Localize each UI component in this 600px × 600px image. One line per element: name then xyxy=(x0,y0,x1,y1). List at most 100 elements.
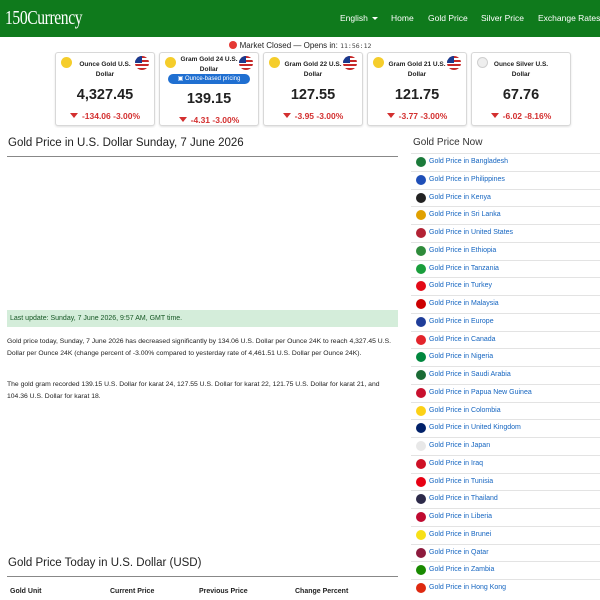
nav-gold-price-link[interactable]: Gold Price xyxy=(428,13,468,23)
card-value: 4,327.45 xyxy=(76,87,134,103)
us-flag-icon xyxy=(135,56,149,70)
country-flag-icon xyxy=(416,565,426,576)
sidebar-item-country[interactable]: Gold Price in Kenya xyxy=(411,188,600,207)
country-flag-icon xyxy=(416,210,426,221)
sidebar-item-label: Gold Price in Tunisia xyxy=(429,477,494,485)
sidebar-item-country[interactable]: Gold Price in Qatar xyxy=(411,543,600,562)
sidebar-item-country[interactable]: Gold Price in Liberia xyxy=(411,508,600,526)
country-flag-icon xyxy=(416,458,426,469)
price-cards-row: Ounce Gold U.S. Dollar 4,327.45 -134.06 … xyxy=(0,52,600,128)
divider xyxy=(7,156,398,157)
sidebar-item-country[interactable]: Gold Price in Bangladesh xyxy=(411,153,600,171)
sidebar-item-country[interactable]: Gold Price in Papua New Guinea xyxy=(411,383,600,402)
sidebar-item-country[interactable]: Gold Price in Zambia xyxy=(411,561,600,579)
sidebar-item-country[interactable]: Gold Price in Philippines xyxy=(411,170,600,189)
down-arrow-icon xyxy=(282,113,291,118)
us-flag-icon xyxy=(447,56,461,70)
price-card-ounce-silver[interactable]: Ounce Silver U.S. Dollar 67.76 -6.02 -8.… xyxy=(471,52,571,126)
card-value: 139.15 xyxy=(186,91,232,107)
sidebar-item-country[interactable]: Gold Price in Hong Kong xyxy=(411,579,600,597)
country-flag-icon xyxy=(416,281,426,292)
country-flag-icon xyxy=(416,512,426,522)
country-flag-icon xyxy=(416,547,426,558)
gold-coin-icon xyxy=(165,57,176,68)
country-flag-icon xyxy=(416,441,426,451)
sidebar-title: Gold Price Now xyxy=(413,137,483,148)
sidebar-item-country[interactable]: Gold Price in Saudi Arabia xyxy=(411,366,600,384)
sidebar-item-country[interactable]: Gold Price in United Kingdom xyxy=(411,419,600,437)
sidebar-item-country[interactable]: Gold Price in Colombia xyxy=(411,401,600,420)
sidebar-item-country[interactable]: Gold Price in Turkey xyxy=(411,277,600,295)
price-card-gram-gold-24[interactable]: Gram Gold 24 U.S. Dollar ▣ Ounce-based p… xyxy=(159,52,259,126)
price-card-gram-gold-22[interactable]: Gram Gold 22 U.S. Dollar 127.55 -3.95 -3… xyxy=(263,52,363,126)
card-title: Gram Gold 24 U.S. Dollar xyxy=(180,56,238,73)
price-card-gram-gold-21[interactable]: Gram Gold 21 U.S. Dollar 121.75 -3.77 -3… xyxy=(367,52,467,126)
sidebar-item-label: Gold Price in Philippines xyxy=(429,175,505,183)
table-header-current-price: Current Price xyxy=(110,588,155,595)
market-status: Market Closed — Opens in: 11:56:12 xyxy=(0,41,600,50)
silver-coin-icon xyxy=(477,57,488,68)
sidebar-item-country[interactable]: Gold Price in Iraq xyxy=(411,454,600,473)
nav-home-link[interactable]: Home xyxy=(391,13,414,23)
card-change: -4.31 -3.00% xyxy=(160,115,258,125)
sidebar-item-country[interactable]: Gold Price in Brunei xyxy=(411,525,600,544)
sidebar-item-country[interactable]: Gold Price in Malaysia xyxy=(411,295,600,313)
card-value: 121.75 xyxy=(394,87,440,103)
sidebar-item-label: Gold Price in Canada xyxy=(429,335,496,343)
divider xyxy=(7,576,398,577)
sidebar-item-label: Gold Price in Brunei xyxy=(429,530,492,538)
table-header-previous-price: Previous Price xyxy=(199,588,248,595)
country-flag-icon xyxy=(416,352,426,363)
sidebar-item-label: Gold Price in Saudi Arabia xyxy=(429,371,511,378)
price-card-ounce-gold[interactable]: Ounce Gold U.S. Dollar 4,327.45 -134.06 … xyxy=(55,52,155,126)
site-logo[interactable]: 150Currency xyxy=(5,7,83,30)
sidebar-item-country[interactable]: Gold Price in Thailand xyxy=(411,490,600,508)
card-title: Ounce Gold U.S. Dollar xyxy=(79,61,131,78)
down-arrow-icon xyxy=(386,113,395,118)
card-change: -134.06 -3.00% xyxy=(56,111,154,121)
gold-coin-icon xyxy=(269,57,280,68)
down-arrow-icon xyxy=(178,117,187,122)
nav-language-dropdown[interactable]: English xyxy=(340,13,378,23)
sidebar-item-label: Gold Price in Kenya xyxy=(429,193,491,201)
sidebar-item-country[interactable]: Gold Price in Ethiopia xyxy=(411,241,600,260)
sidebar-item-label: Gold Price in Japan xyxy=(429,442,491,449)
down-arrow-icon xyxy=(490,113,499,118)
sidebar-item-country[interactable]: Gold Price in Japan xyxy=(411,437,600,455)
card-title: Ounce Silver U.S. Dollar xyxy=(493,61,549,78)
status-dot-icon xyxy=(228,41,237,49)
country-flag-icon xyxy=(416,334,426,345)
ounce-based-pricing-badge[interactable]: ▣ Ounce-based pricing xyxy=(168,74,250,84)
country-flag-icon xyxy=(416,299,426,309)
sidebar-item-country[interactable]: Gold Price in Nigeria xyxy=(411,348,600,366)
country-flag-icon xyxy=(416,192,426,203)
card-change: -3.95 -3.00% xyxy=(264,111,362,121)
country-flag-icon xyxy=(416,387,426,398)
sidebar-item-country[interactable]: Gold Price in United States xyxy=(411,224,600,242)
us-flag-icon xyxy=(239,56,253,70)
gram-price-paragraph: The gold gram recorded 139.15 U.S. Dolla… xyxy=(7,381,380,400)
country-flag-icon xyxy=(416,316,426,327)
sidebar-item-country[interactable]: Gold Price in Sri Lanka xyxy=(411,206,600,224)
card-change: -3.77 -3.00% xyxy=(368,111,466,121)
sidebar-item-country[interactable]: Gold Price in Tunisia xyxy=(411,472,600,491)
sidebar-item-label: Gold Price in Turkey xyxy=(429,282,493,290)
sidebar-item-label: Gold Price in Bangladesh xyxy=(429,158,508,165)
sidebar-item-label: Gold Price in Thailand xyxy=(429,495,498,503)
country-flag-icon xyxy=(416,583,426,593)
sidebar-item-country[interactable]: Gold Price in Tanzania xyxy=(411,259,600,278)
nav-exchange-rates-link[interactable]: Exchange Rates xyxy=(538,13,600,23)
price-summary-paragraph: Gold price today, Sunday, 7 June 2026 ha… xyxy=(7,338,392,357)
info-icon: ▣ xyxy=(177,76,185,82)
page-title: Gold Price in U.S. Dollar Sunday, 7 June… xyxy=(8,137,244,149)
sidebar-item-country[interactable]: Gold Price in Canada xyxy=(411,330,600,349)
market-status-text: Market Closed — Opens in: xyxy=(239,41,338,50)
sidebar-item-label: Gold Price in Hong Kong xyxy=(429,584,507,591)
card-change: -6.02 -8.16% xyxy=(472,111,570,121)
sidebar-country-list: Gold Price in Bangladesh Gold Price in Ph… xyxy=(411,153,600,597)
country-flag-icon xyxy=(416,174,426,185)
nav-silver-price-link[interactable]: Silver Price xyxy=(481,13,524,23)
market-countdown: 11:56:12 xyxy=(340,42,372,50)
sidebar-item-country[interactable]: Gold Price in Europe xyxy=(411,312,600,331)
sidebar-item-label: Gold Price in Colombia xyxy=(429,406,501,414)
